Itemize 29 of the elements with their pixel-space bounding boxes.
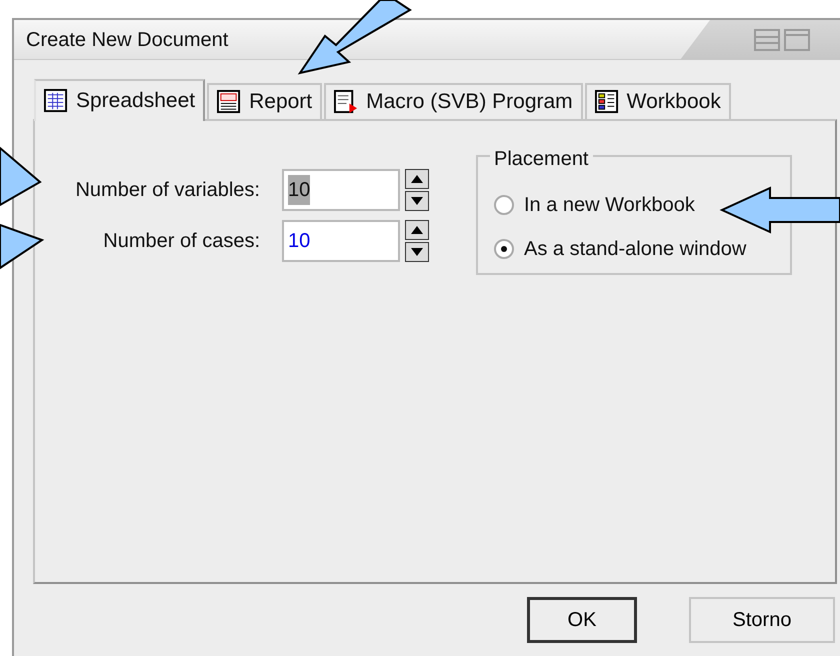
report-icon <box>217 90 242 114</box>
field-label: Number of cases: <box>102 229 260 254</box>
radio-button[interactable] <box>494 195 514 215</box>
document-play-icon <box>334 90 358 114</box>
up-triangle-icon <box>411 175 423 183</box>
tab[interactable]: Report <box>207 83 322 119</box>
cancel-button[interactable]: Storno <box>689 597 835 643</box>
radio-button[interactable] <box>494 239 514 259</box>
spin-down-button[interactable] <box>405 191 429 211</box>
down-triangle-icon <box>411 248 423 256</box>
ok-button[interactable]: OK <box>527 597 637 643</box>
radio-label[interactable]: In a new Workbook <box>524 190 695 220</box>
tab[interactable]: Macro (SVB) Program <box>324 83 583 119</box>
number-input[interactable]: 10 <box>282 220 400 262</box>
up-triangle-icon <box>411 226 423 234</box>
tab[interactable]: Spreadsheet <box>34 79 206 121</box>
spreadsheet-icon <box>44 89 68 113</box>
down-triangle-icon <box>411 197 423 205</box>
field-label: Number of variables: <box>74 178 260 203</box>
number-input[interactable]: 10 <box>282 169 400 211</box>
tab[interactable]: Workbook <box>584 83 731 119</box>
window-title: Create New Document <box>26 28 228 52</box>
spin-down-button[interactable] <box>405 242 429 262</box>
spin-up-button[interactable] <box>405 169 429 189</box>
radio-label[interactable]: As a stand-alone window <box>524 234 746 264</box>
callout-arrow <box>0 146 42 207</box>
workbook-icon <box>594 90 619 114</box>
callout-arrow <box>0 224 44 270</box>
spin-up-button[interactable] <box>405 220 429 240</box>
